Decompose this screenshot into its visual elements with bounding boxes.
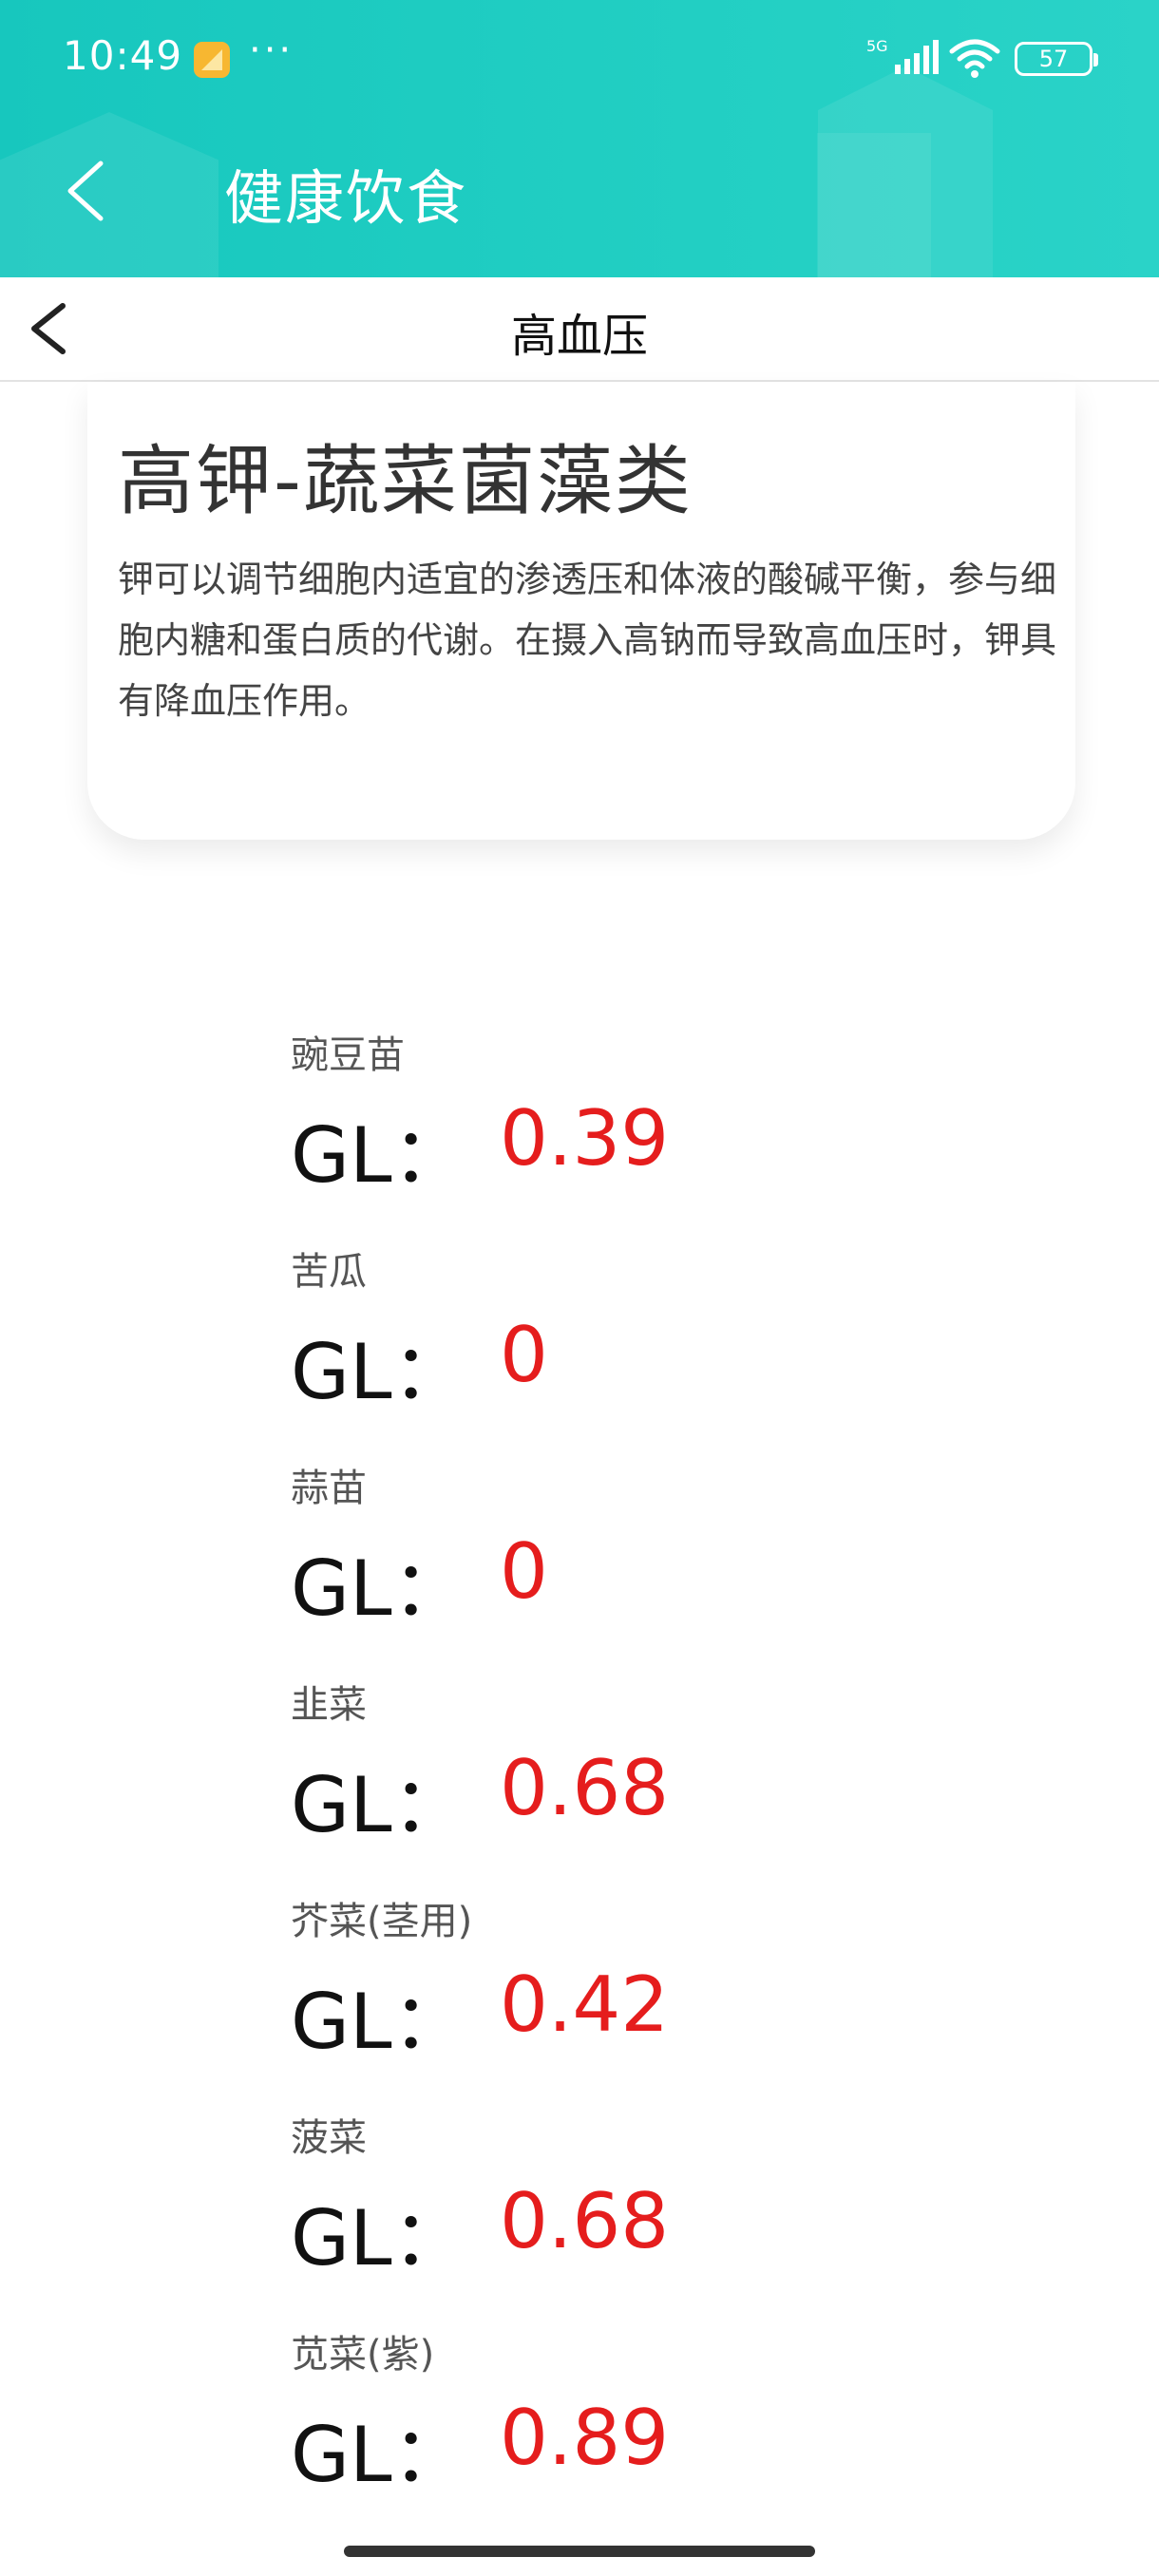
status-more: ···: [249, 28, 294, 72]
gl-label: GL：: [291, 1761, 468, 1849]
food-name: 菠菜: [291, 2116, 367, 2160]
food-name: 韭菜: [291, 1683, 367, 1727]
food-list-item: 蒜苗 GL： 0: [291, 1453, 1051, 1670]
chevron-left-icon: [67, 161, 104, 221]
gl-label: GL：: [291, 1111, 468, 1200]
gl-label: GL：: [291, 1328, 468, 1416]
gl-label: GL：: [291, 1978, 468, 2066]
gl-label: GL：: [291, 2411, 468, 2499]
notification-app-icon: [194, 42, 230, 78]
gl-value: 0.39: [500, 1094, 670, 1183]
back-button[interactable]: [59, 154, 112, 228]
food-name: 苦瓜: [291, 1250, 367, 1294]
food-list-item: 豌豆苗 GL： 0.39: [291, 1020, 1051, 1237]
gl-label: GL：: [291, 1544, 468, 1633]
home-indicator[interactable]: [344, 2546, 815, 2557]
gl-value: 0.42: [500, 1960, 670, 2049]
gl-value: 0: [500, 1311, 548, 1399]
category-description: 钾可以调节细胞内适宜的渗透压和体液的酸碱平衡，参与细胞内糖和蛋白质的代谢。在摄入…: [118, 559, 1057, 722]
gl-value: 0: [500, 1527, 548, 1616]
cellular-signal-icon: 5G: [866, 38, 939, 74]
category-title: 高钾-蔬菜菌藻类: [118, 437, 693, 525]
category-intro-card: 高钾-蔬菜菌藻类 钾可以调节细胞内适宜的渗透压和体液的酸碱平衡，参与细胞内糖和蛋…: [87, 382, 1075, 840]
food-list-item: 韭菜 GL： 0.68: [291, 1670, 1051, 1886]
food-name: 豌豆苗: [291, 1033, 405, 1077]
sub-header: 高血压: [0, 277, 1159, 382]
gl-label: GL：: [291, 2194, 468, 2282]
food-name: 蒜苗: [291, 1467, 367, 1510]
food-name: 芥菜(茎用): [291, 1900, 473, 1943]
food-list-item: 苦瓜 GL： 0: [291, 1237, 1051, 1453]
network-type: 5G: [866, 38, 888, 55]
sub-header-title: 高血压: [510, 310, 648, 363]
gl-value: 0.89: [500, 2394, 670, 2482]
gl-value: 0.68: [500, 1744, 670, 1832]
wifi-icon: [949, 39, 1000, 78]
status-time: 10:49: [63, 32, 183, 79]
header-decoration: [817, 133, 931, 277]
food-list-item: 菠菜 GL： 0.68: [291, 2103, 1051, 2320]
food-list-item: 芥菜(茎用) GL： 0.42: [291, 1886, 1051, 2103]
app-header: 10:49 ··· 5G 57 健康饮食: [0, 0, 1159, 277]
food-list: 豌豆苗 GL： 0.39 苦瓜 GL： 0 蒜苗 GL： 0 韭菜 GL： 0.68 芥菜(茎用) GL：…: [291, 1020, 1051, 2536]
battery-icon: 57: [1015, 42, 1098, 76]
page-title: 健康饮食: [224, 163, 468, 233]
food-name: 苋菜(紫): [291, 2333, 435, 2377]
food-list-item: 苋菜(紫) GL： 0.89: [291, 2320, 1051, 2536]
gl-value: 0.68: [500, 2177, 670, 2265]
